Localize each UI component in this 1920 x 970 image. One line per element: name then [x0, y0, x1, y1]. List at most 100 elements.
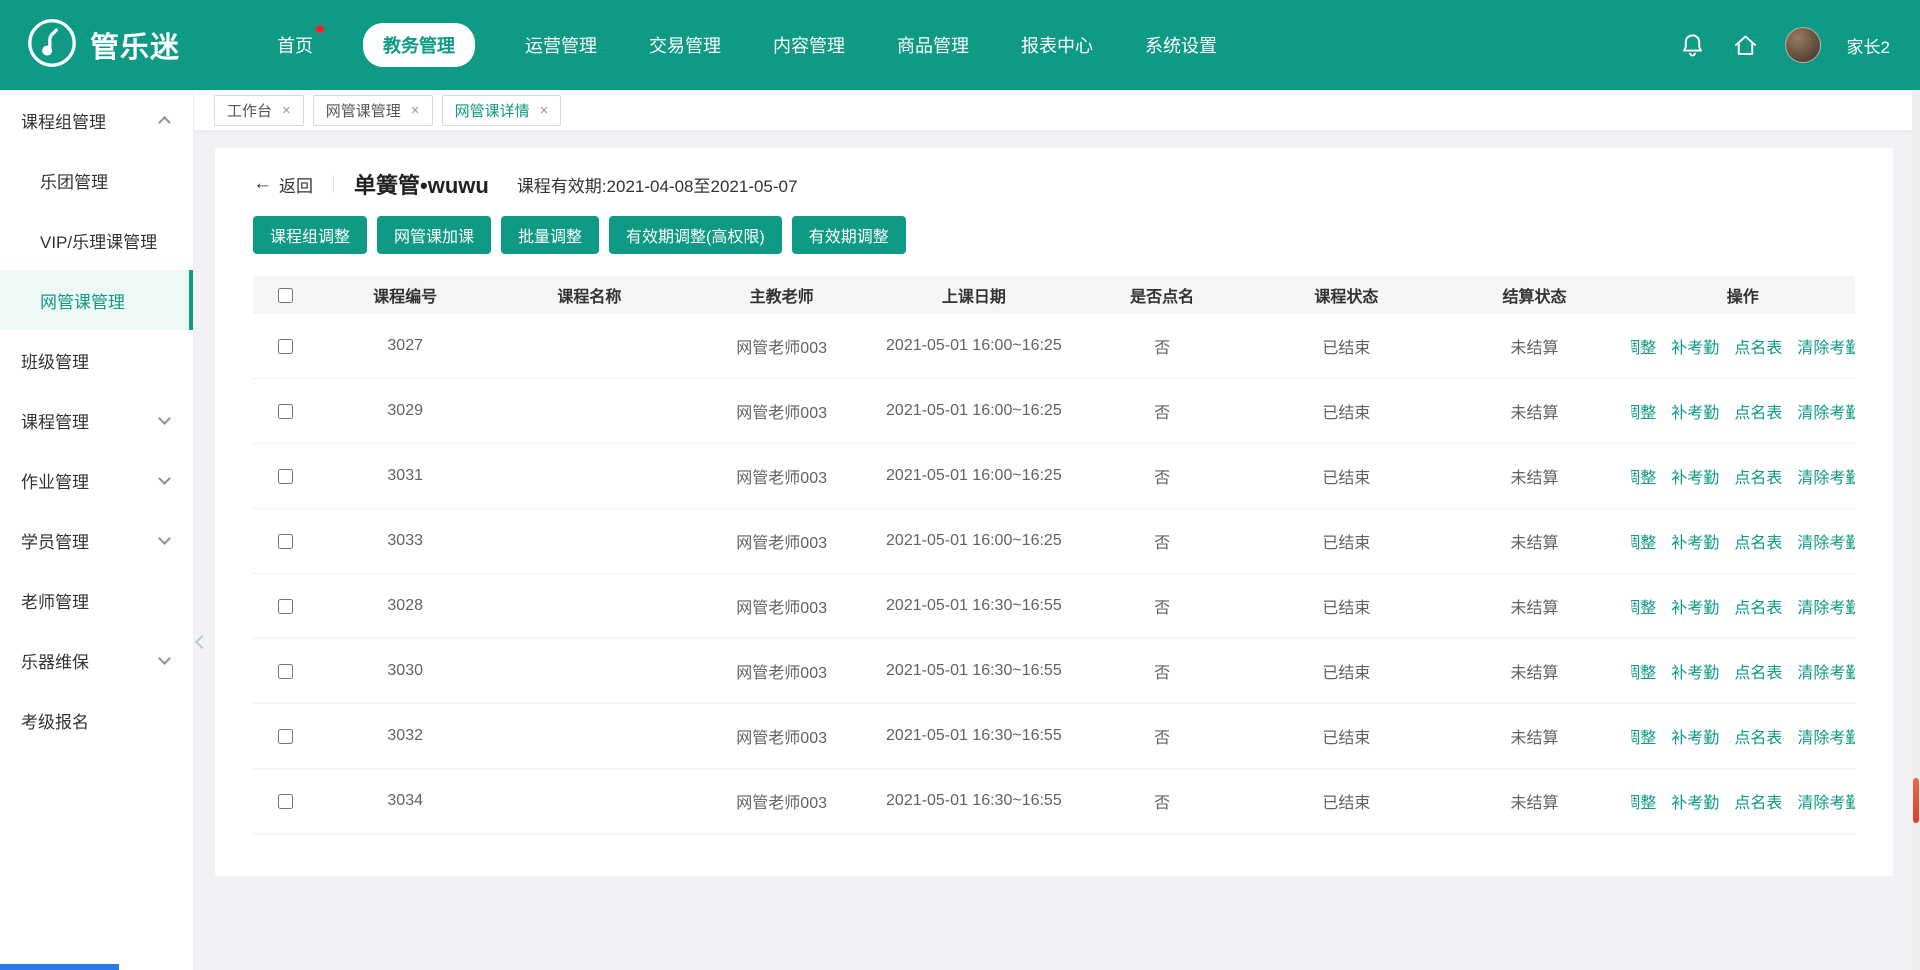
action-makeup-attendance-link[interactable]: 补考勤: [1671, 334, 1719, 358]
action-clear-attendance-link[interactable]: 清除考勤: [1797, 464, 1855, 488]
action-rollcall-sheet-link[interactable]: 点名表: [1734, 399, 1782, 423]
action-button-row: 课程组调整 网管课加课 批量调整 有效期调整(高权限) 有效期调整: [253, 216, 1855, 254]
action-clear-attendance-link[interactable]: 清除考勤: [1797, 594, 1855, 618]
sidebar: 课程组管理 乐团管理 VIP/乐理课管理 网管课管理 班级管理 课程管理 作业管…: [0, 90, 194, 970]
row-checkbox[interactable]: [278, 534, 293, 549]
course-table: 课程编号 课程名称 主教老师 上课日期 是否点名 课程状态 结算状态 操作 30: [253, 276, 1855, 834]
row-checkbox[interactable]: [278, 664, 293, 679]
sidebar-collapse-handle[interactable]: [194, 620, 210, 664]
sidebar-group-course-group-management[interactable]: 课程组管理: [0, 90, 193, 150]
tab-workbench[interactable]: 工作台 ×: [214, 95, 304, 126]
sidebar-item-exam-registration[interactable]: 考级报名: [0, 690, 193, 750]
sidebar-item-net-course-management[interactable]: 网管课管理: [0, 270, 193, 330]
action-adjust-link[interactable]: 调整: [1631, 529, 1657, 553]
action-adjust-link[interactable]: 调整: [1631, 334, 1657, 358]
tab-label: 网管课管理: [326, 100, 401, 121]
close-icon[interactable]: ×: [540, 103, 549, 118]
sidebar-item-class-management[interactable]: 班级管理: [0, 330, 193, 390]
action-rollcall-sheet-link[interactable]: 点名表: [1734, 464, 1782, 488]
date-cell: 2021-05-01 16:30~16:55: [878, 662, 1070, 680]
row-checkbox[interactable]: [278, 794, 293, 809]
action-rollcall-sheet-link[interactable]: 点名表: [1734, 724, 1782, 748]
back-arrow-icon: ←: [253, 173, 272, 195]
main-nav: 首页 教务管理 运营管理 交易管理 内容管理 商品管理 报表中心 系统设置: [275, 23, 1219, 67]
sidebar-group-course-management[interactable]: 课程管理: [0, 390, 193, 450]
back-button[interactable]: ← 返回: [253, 172, 313, 197]
teacher-cell: 网管老师003: [686, 464, 878, 488]
action-clear-attendance-link[interactable]: 清除考勤: [1797, 334, 1855, 358]
validity-adjust-high-permission-button[interactable]: 有效期调整(高权限): [609, 216, 782, 254]
sidebar-group-student-management[interactable]: 学员管理: [0, 510, 193, 570]
select-all-checkbox[interactable]: [278, 288, 293, 303]
nav-item-content-management[interactable]: 内容管理: [771, 23, 847, 67]
nav-item-home[interactable]: 首页: [275, 23, 315, 67]
chevron-down-icon: [158, 472, 171, 485]
row-checkbox[interactable]: [278, 599, 293, 614]
nav-item-report-center[interactable]: 报表中心: [1019, 23, 1095, 67]
action-adjust-link[interactable]: 调整: [1631, 724, 1657, 748]
avatar[interactable]: [1785, 27, 1821, 63]
action-clear-attendance-link[interactable]: 清除考勤: [1797, 789, 1855, 813]
action-makeup-attendance-link[interactable]: 补考勤: [1671, 594, 1719, 618]
action-rollcall-sheet-link[interactable]: 点名表: [1734, 594, 1782, 618]
row-checkbox[interactable]: [278, 339, 293, 354]
tab-net-course-detail[interactable]: 网管课详情 ×: [442, 95, 562, 126]
sidebar-item-orchestra-management[interactable]: 乐团管理: [0, 150, 193, 210]
action-clear-attendance-link[interactable]: 清除考勤: [1797, 659, 1855, 683]
horizontal-scrollbar-thumb[interactable]: [0, 964, 119, 970]
action-makeup-attendance-link[interactable]: 补考勤: [1671, 399, 1719, 423]
action-adjust-link[interactable]: 调整: [1631, 399, 1657, 423]
detail-card: ← 返回 单簧管•wuwu 课程有效期:2021-04-08至2021-05-0…: [215, 148, 1893, 876]
action-adjust-link[interactable]: 调整: [1631, 789, 1657, 813]
action-rollcall-sheet-link[interactable]: 点名表: [1734, 659, 1782, 683]
action-adjust-link[interactable]: 调整: [1631, 659, 1657, 683]
nav-item-academic-management[interactable]: 教务管理: [363, 23, 475, 67]
vertical-scrollbar-thumb[interactable]: [1913, 778, 1919, 823]
date-cell: 2021-05-01 16:00~16:25: [878, 532, 1070, 550]
action-makeup-attendance-link[interactable]: 补考勤: [1671, 659, 1719, 683]
logo[interactable]: 管乐迷: [26, 17, 180, 74]
nav-item-operations-management[interactable]: 运营管理: [523, 23, 599, 67]
batch-adjust-button[interactable]: 批量调整: [501, 216, 599, 254]
sidebar-group-homework-management[interactable]: 作业管理: [0, 450, 193, 510]
close-icon[interactable]: ×: [282, 103, 291, 118]
status-cell: 已结束: [1254, 464, 1438, 488]
nav-item-system-settings[interactable]: 系统设置: [1143, 23, 1219, 67]
action-makeup-attendance-link[interactable]: 补考勤: [1671, 724, 1719, 748]
close-icon[interactable]: ×: [411, 103, 420, 118]
bell-icon[interactable]: [1679, 32, 1706, 59]
status-cell: 已结束: [1254, 659, 1438, 683]
sidebar-group-instrument-maintenance[interactable]: 乐器维保: [0, 630, 193, 690]
action-clear-attendance-link[interactable]: 清除考勤: [1797, 724, 1855, 748]
tab-net-course-management[interactable]: 网管课管理 ×: [313, 95, 433, 126]
action-makeup-attendance-link[interactable]: 补考勤: [1671, 464, 1719, 488]
validity-adjust-button[interactable]: 有效期调整: [792, 216, 906, 254]
action-makeup-attendance-link[interactable]: 补考勤: [1671, 789, 1719, 813]
course-validity: 课程有效期:2021-04-08至2021-05-07: [517, 172, 798, 197]
action-adjust-link[interactable]: 调整: [1631, 464, 1657, 488]
row-checkbox[interactable]: [278, 469, 293, 484]
course-id-cell: 3028: [317, 597, 493, 615]
home-icon[interactable]: [1732, 32, 1759, 59]
action-clear-attendance-link[interactable]: 清除考勤: [1797, 529, 1855, 553]
current-user[interactable]: 家长2: [1847, 33, 1890, 58]
row-checkbox[interactable]: [278, 404, 293, 419]
sidebar-item-teacher-management[interactable]: 老师管理: [0, 570, 193, 630]
row-checkbox[interactable]: [278, 729, 293, 744]
action-adjust-link[interactable]: 调整: [1631, 594, 1657, 618]
rollcall-cell: 否: [1070, 464, 1254, 488]
date-cell: 2021-05-01 16:30~16:55: [878, 727, 1070, 745]
action-clear-attendance-link[interactable]: 清除考勤: [1797, 399, 1855, 423]
course-group-adjust-button[interactable]: 课程组调整: [253, 216, 367, 254]
nav-item-goods-management[interactable]: 商品管理: [895, 23, 971, 67]
action-rollcall-sheet-link[interactable]: 点名表: [1734, 334, 1782, 358]
sidebar-item-label: 网管课管理: [40, 288, 125, 313]
vertical-scrollbar[interactable]: [1912, 90, 1920, 970]
action-makeup-attendance-link[interactable]: 补考勤: [1671, 529, 1719, 553]
action-rollcall-sheet-link[interactable]: 点名表: [1734, 529, 1782, 553]
action-rollcall-sheet-link[interactable]: 点名表: [1734, 789, 1782, 813]
nav-item-trade-management[interactable]: 交易管理: [647, 23, 723, 67]
sidebar-item-vip-theory-course-management[interactable]: VIP/乐理课管理: [0, 210, 193, 270]
add-net-course-button[interactable]: 网管课加课: [377, 216, 491, 254]
main-content: 工作台 × 网管课管理 × 网管课详情 × ← 返回: [194, 90, 1920, 970]
